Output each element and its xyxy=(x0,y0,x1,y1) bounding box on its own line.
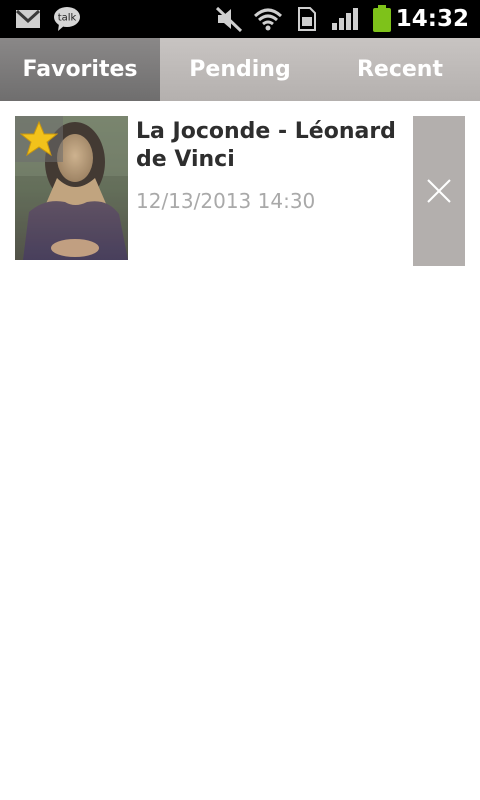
svg-text:talk: talk xyxy=(58,13,77,24)
close-icon xyxy=(427,179,451,203)
battery-icon xyxy=(370,0,394,38)
wifi-icon xyxy=(252,0,284,38)
item-title: La Joconde - Léonard de Vinci xyxy=(136,119,396,172)
muted-icon xyxy=(214,0,244,38)
tab-bar: Favorites Pending Recent xyxy=(0,38,480,101)
favorite-star-badge[interactable] xyxy=(15,116,63,162)
status-clock: 14:32 xyxy=(395,6,469,32)
tab-pending[interactable]: Pending xyxy=(160,38,320,101)
signal-icon xyxy=(330,0,360,38)
tab-favorites[interactable]: Favorites xyxy=(0,38,160,101)
talk-icon: talk xyxy=(52,0,82,38)
gmail-icon xyxy=(14,0,42,38)
list-item[interactable]: La Joconde - Léonard de Vinci 12/13/2013… xyxy=(0,101,480,276)
star-icon xyxy=(20,121,58,157)
item-date: 12/13/2013 14:30 xyxy=(136,189,316,213)
tab-recent[interactable]: Recent xyxy=(320,38,480,101)
status-bar: talk 14:32 xyxy=(0,0,480,38)
delete-button[interactable] xyxy=(413,116,465,266)
sim-card-icon xyxy=(296,0,318,38)
